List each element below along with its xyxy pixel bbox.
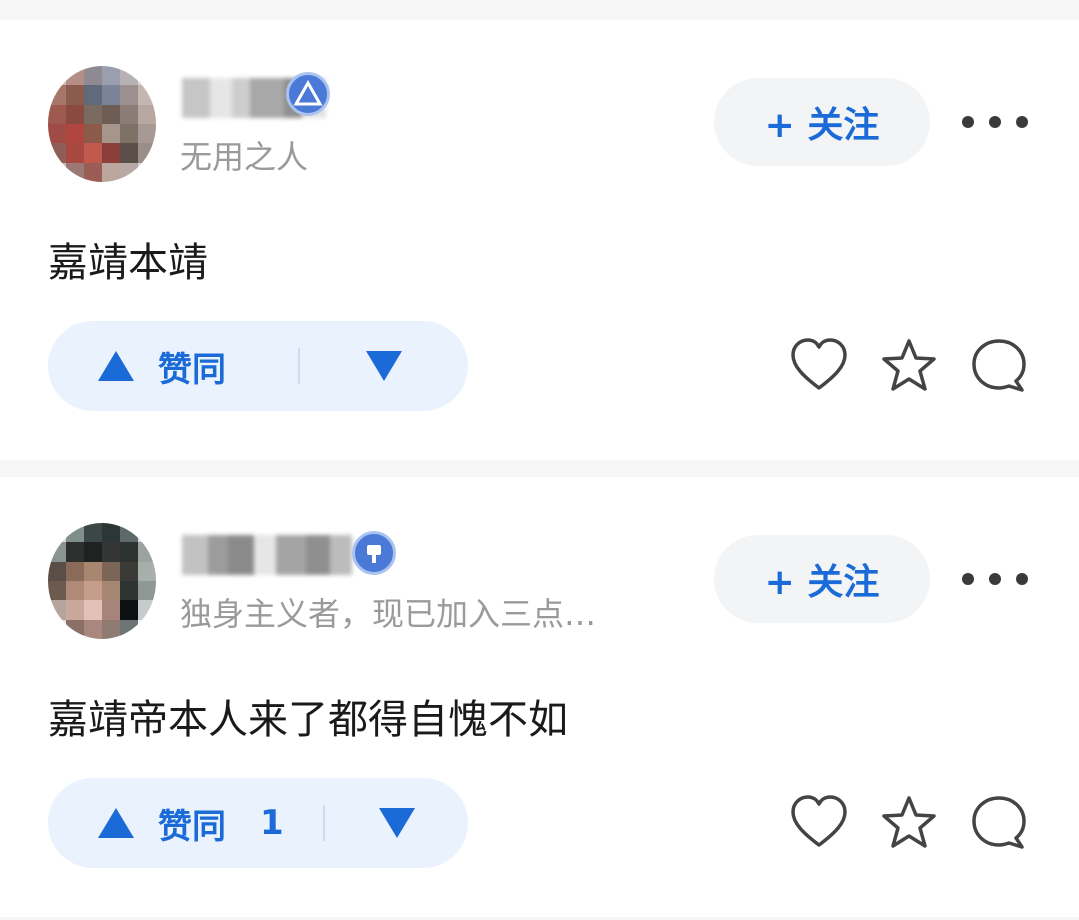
- verified-badge-icon: [286, 72, 330, 116]
- answer-content[interactable]: 嘉靖本靖: [48, 230, 208, 288]
- answer-card: 无用之人 + 关注 嘉靖本靖 赞同: [0, 20, 1079, 460]
- answer-content[interactable]: 嘉靖帝本人来了都得自愧不如: [48, 687, 568, 745]
- star-icon[interactable]: [879, 793, 939, 853]
- more-dots-icon[interactable]: [962, 567, 1028, 591]
- follow-label: + 关注: [764, 105, 880, 146]
- triangle-up-icon: [98, 351, 134, 381]
- upvote-count: 1: [260, 803, 284, 843]
- heart-icon[interactable]: [789, 336, 849, 396]
- upvote-button[interactable]: 赞同 1: [48, 778, 323, 868]
- author-bio: 无用之人: [180, 138, 309, 176]
- follow-label: + 关注: [764, 562, 880, 603]
- upvote-label: 赞同: [158, 349, 226, 390]
- avatar[interactable]: [48, 66, 156, 182]
- author-bio: 独身主义者，现已加入三点…: [180, 595, 597, 633]
- upvote-label: 赞同: [158, 806, 226, 847]
- triangle-down-icon: [366, 351, 402, 381]
- triangle-down-icon: [378, 808, 415, 838]
- star-icon[interactable]: [879, 336, 939, 396]
- author-name-blurred[interactable]: [182, 535, 352, 575]
- downvote-button[interactable]: [325, 778, 468, 868]
- follow-button[interactable]: + 关注: [714, 78, 930, 166]
- answer-card: 独身主义者，现已加入三点… + 关注 嘉靖帝本人来了都得自愧不如 赞同 1: [0, 477, 1079, 917]
- answer-feed: 无用之人 + 关注 嘉靖本靖 赞同 独身主义者，现已加入三点… + 关注 嘉靖帝…: [0, 0, 1079, 920]
- follow-button[interactable]: + 关注: [714, 535, 930, 623]
- triangle-up-icon: [98, 808, 134, 838]
- verified-badge-icon: [352, 531, 396, 575]
- vote-bar: 赞同 1: [48, 778, 468, 868]
- upvote-button[interactable]: 赞同: [48, 321, 298, 411]
- top-divider: [0, 0, 1079, 20]
- comment-bubble-icon[interactable]: [969, 336, 1029, 396]
- heart-icon[interactable]: [789, 793, 849, 853]
- avatar[interactable]: [48, 523, 156, 639]
- downvote-button[interactable]: [300, 321, 468, 411]
- vote-bar: 赞同: [48, 321, 468, 411]
- comment-bubble-icon[interactable]: [969, 793, 1029, 853]
- more-dots-icon[interactable]: [962, 110, 1028, 134]
